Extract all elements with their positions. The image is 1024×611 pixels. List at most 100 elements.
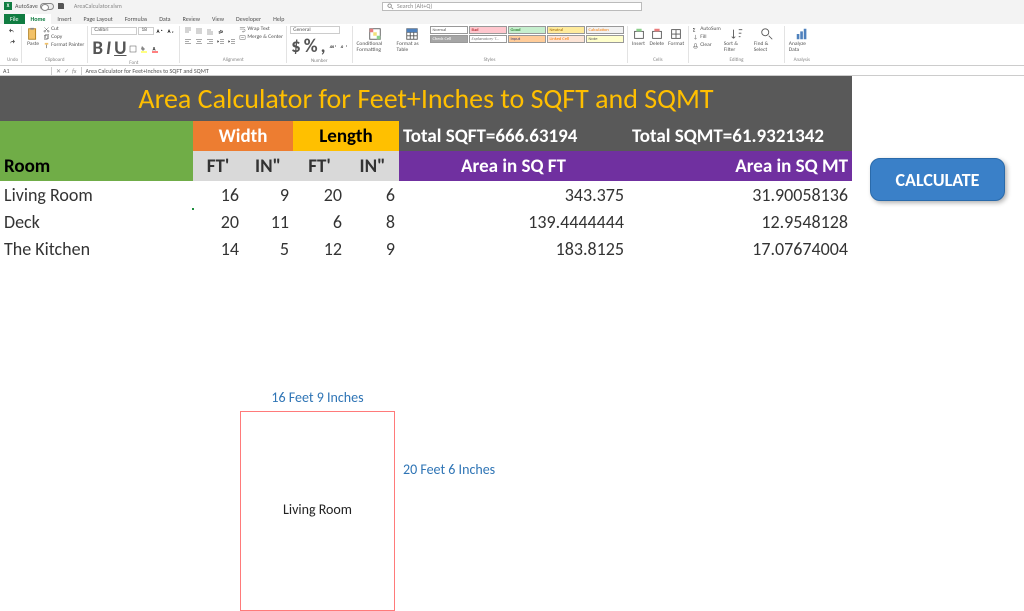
autosum-button[interactable]: ΣAutoSum — [692, 26, 721, 33]
calculate-button[interactable]: CALCULATE — [870, 158, 1005, 201]
cell-room[interactable]: Deck — [0, 208, 193, 235]
cell-area-mt[interactable]: 17.07674004 — [628, 235, 852, 262]
merge-center-button[interactable]: Merge & Center — [239, 34, 283, 41]
format-as-table-button[interactable]: Format as Table — [396, 26, 428, 54]
style-check[interactable]: Check Cell — [430, 35, 468, 43]
style-input[interactable]: Input — [508, 35, 546, 43]
tab-data[interactable]: Data — [153, 14, 176, 24]
cell-lin[interactable]: 9 — [346, 235, 399, 262]
tab-file[interactable]: File — [4, 14, 25, 24]
fill-button[interactable]: Fill — [692, 34, 721, 41]
font-name-dropdown[interactable]: Calibri — [91, 27, 137, 35]
comma-button[interactable]: , — [320, 36, 327, 57]
tab-insert[interactable]: Insert — [51, 14, 77, 24]
cell-area-ft[interactable]: 343.375 — [399, 181, 628, 208]
delete-cells-button[interactable]: Delete — [649, 26, 666, 49]
tab-home[interactable]: Home — [25, 14, 52, 24]
align-bottom-button[interactable] — [205, 26, 215, 36]
cut-button[interactable]: Cut — [43, 26, 84, 33]
font-color-button[interactable]: A — [150, 44, 160, 54]
cell-lft[interactable]: 12 — [293, 235, 346, 262]
wrap-text-button[interactable]: Wrap Text — [239, 26, 283, 33]
percent-button[interactable]: % — [303, 36, 319, 57]
currency-button[interactable]: $ — [290, 36, 302, 57]
autosum-icon: Σ — [692, 26, 699, 33]
autosave-toggle[interactable]: AutoSave — [15, 2, 54, 10]
align-right-button[interactable] — [205, 37, 215, 47]
increase-decimal-button[interactable]: .00 — [328, 42, 338, 52]
increase-indent-button[interactable] — [227, 37, 237, 47]
style-linked[interactable]: Linked Cell — [547, 35, 585, 43]
selection-handle-icon — [191, 207, 195, 211]
cell-room[interactable]: The Kitchen — [0, 235, 193, 262]
align-top-button[interactable] — [183, 26, 193, 36]
bold-button[interactable]: B — [91, 38, 104, 59]
tab-help[interactable]: Help — [267, 14, 290, 24]
cell-wft[interactable]: 14 — [193, 235, 243, 262]
font-size-dropdown[interactable]: 18 — [138, 27, 154, 35]
fx-fx-icon[interactable]: fx — [72, 67, 76, 75]
insert-cells-button[interactable]: Insert — [631, 26, 647, 49]
cell-wft[interactable]: 20 — [193, 208, 243, 235]
find-select-button[interactable]: Find & Select — [753, 26, 781, 54]
orientation-button[interactable]: ab — [216, 26, 226, 36]
style-explanatory[interactable]: Explanatory T... — [469, 35, 507, 43]
decrease-decimal-button[interactable]: .0 — [339, 42, 349, 52]
cell-area-mt[interactable]: 31.90058136 — [628, 181, 852, 208]
fx-enter-icon[interactable]: ✓ — [64, 67, 69, 75]
italic-button[interactable]: I — [105, 38, 112, 59]
cell-wft[interactable]: 16 — [193, 181, 243, 208]
format-cells-button[interactable]: Format — [667, 26, 685, 49]
decrease-font-button[interactable]: A▼ — [166, 26, 176, 36]
tab-page[interactable]: Page Layout — [78, 14, 119, 24]
align-center-button[interactable] — [194, 37, 204, 47]
name-box[interactable]: A1 — [0, 67, 52, 75]
cell-room[interactable]: Living Room — [0, 181, 193, 208]
sort-filter-button[interactable]: Sort & Filter — [723, 26, 751, 54]
cell-win[interactable]: 9 — [243, 181, 293, 208]
cell-lft[interactable]: 6 — [293, 208, 346, 235]
style-note[interactable]: Note — [586, 35, 624, 43]
analyze-data-button[interactable]: Analyze Data — [788, 26, 816, 54]
number-format-dropdown[interactable]: General — [290, 26, 340, 34]
worksheet-area[interactable]: CALCULATE Area Calculator for Feet+Inche… — [0, 76, 1024, 262]
align-left-button[interactable] — [183, 37, 193, 47]
cell-lin[interactable]: 6 — [346, 181, 399, 208]
style-normal[interactable]: Normal — [430, 26, 468, 34]
formula-bar[interactable]: Area Calculator for Feet+Inches to SQFT … — [82, 67, 1024, 75]
clear-button[interactable]: Clear — [692, 42, 721, 49]
tab-developer[interactable]: Developer — [230, 14, 267, 24]
style-good[interactable]: Good — [508, 26, 546, 34]
style-bad[interactable]: Bad — [469, 26, 507, 34]
underline-button[interactable]: U — [113, 38, 127, 59]
increase-font-button[interactable]: A▲ — [155, 26, 165, 36]
fx-cancel-icon[interactable]: ✕ — [56, 67, 61, 75]
align-middle-button[interactable] — [194, 26, 204, 36]
cell-lin[interactable]: 8 — [346, 208, 399, 235]
cell-area-ft[interactable]: 183.8125 — [399, 235, 628, 262]
conditional-formatting-button[interactable]: Conditional Formatting — [356, 26, 394, 54]
save-icon[interactable] — [57, 2, 65, 10]
fill-color-button[interactable] — [139, 44, 149, 54]
format-painter-button[interactable]: Format Painter — [43, 42, 84, 49]
undo-button[interactable] — [7, 26, 17, 36]
search-box[interactable]: Search (Alt+Q) — [382, 2, 642, 11]
cell-styles-gallery[interactable]: Normal Bad Good Neutral Calculation Chec… — [430, 26, 624, 43]
format-table-label: Format as Table — [397, 42, 427, 53]
cell-area-mt[interactable]: 12.9548128 — [628, 208, 852, 235]
cell-win[interactable]: 11 — [243, 208, 293, 235]
style-neutral[interactable]: Neutral — [547, 26, 585, 34]
borders-button[interactable] — [128, 44, 138, 54]
cell-win[interactable]: 5 — [243, 235, 293, 262]
decrease-indent-button[interactable] — [216, 37, 226, 47]
copy-button[interactable]: Copy — [43, 34, 84, 41]
tab-review[interactable]: Review — [177, 14, 206, 24]
style-calculation[interactable]: Calculation — [586, 26, 624, 34]
cell-lft[interactable]: 20 — [293, 181, 346, 208]
tab-view[interactable]: View — [206, 14, 230, 24]
redo-button[interactable] — [7, 37, 17, 47]
cell-area-ft[interactable]: 139.4444444 — [399, 208, 628, 235]
tab-formulas[interactable]: Formulas — [119, 14, 153, 24]
paste-button[interactable]: Paste — [25, 26, 41, 49]
increase-indent-icon — [228, 38, 236, 46]
